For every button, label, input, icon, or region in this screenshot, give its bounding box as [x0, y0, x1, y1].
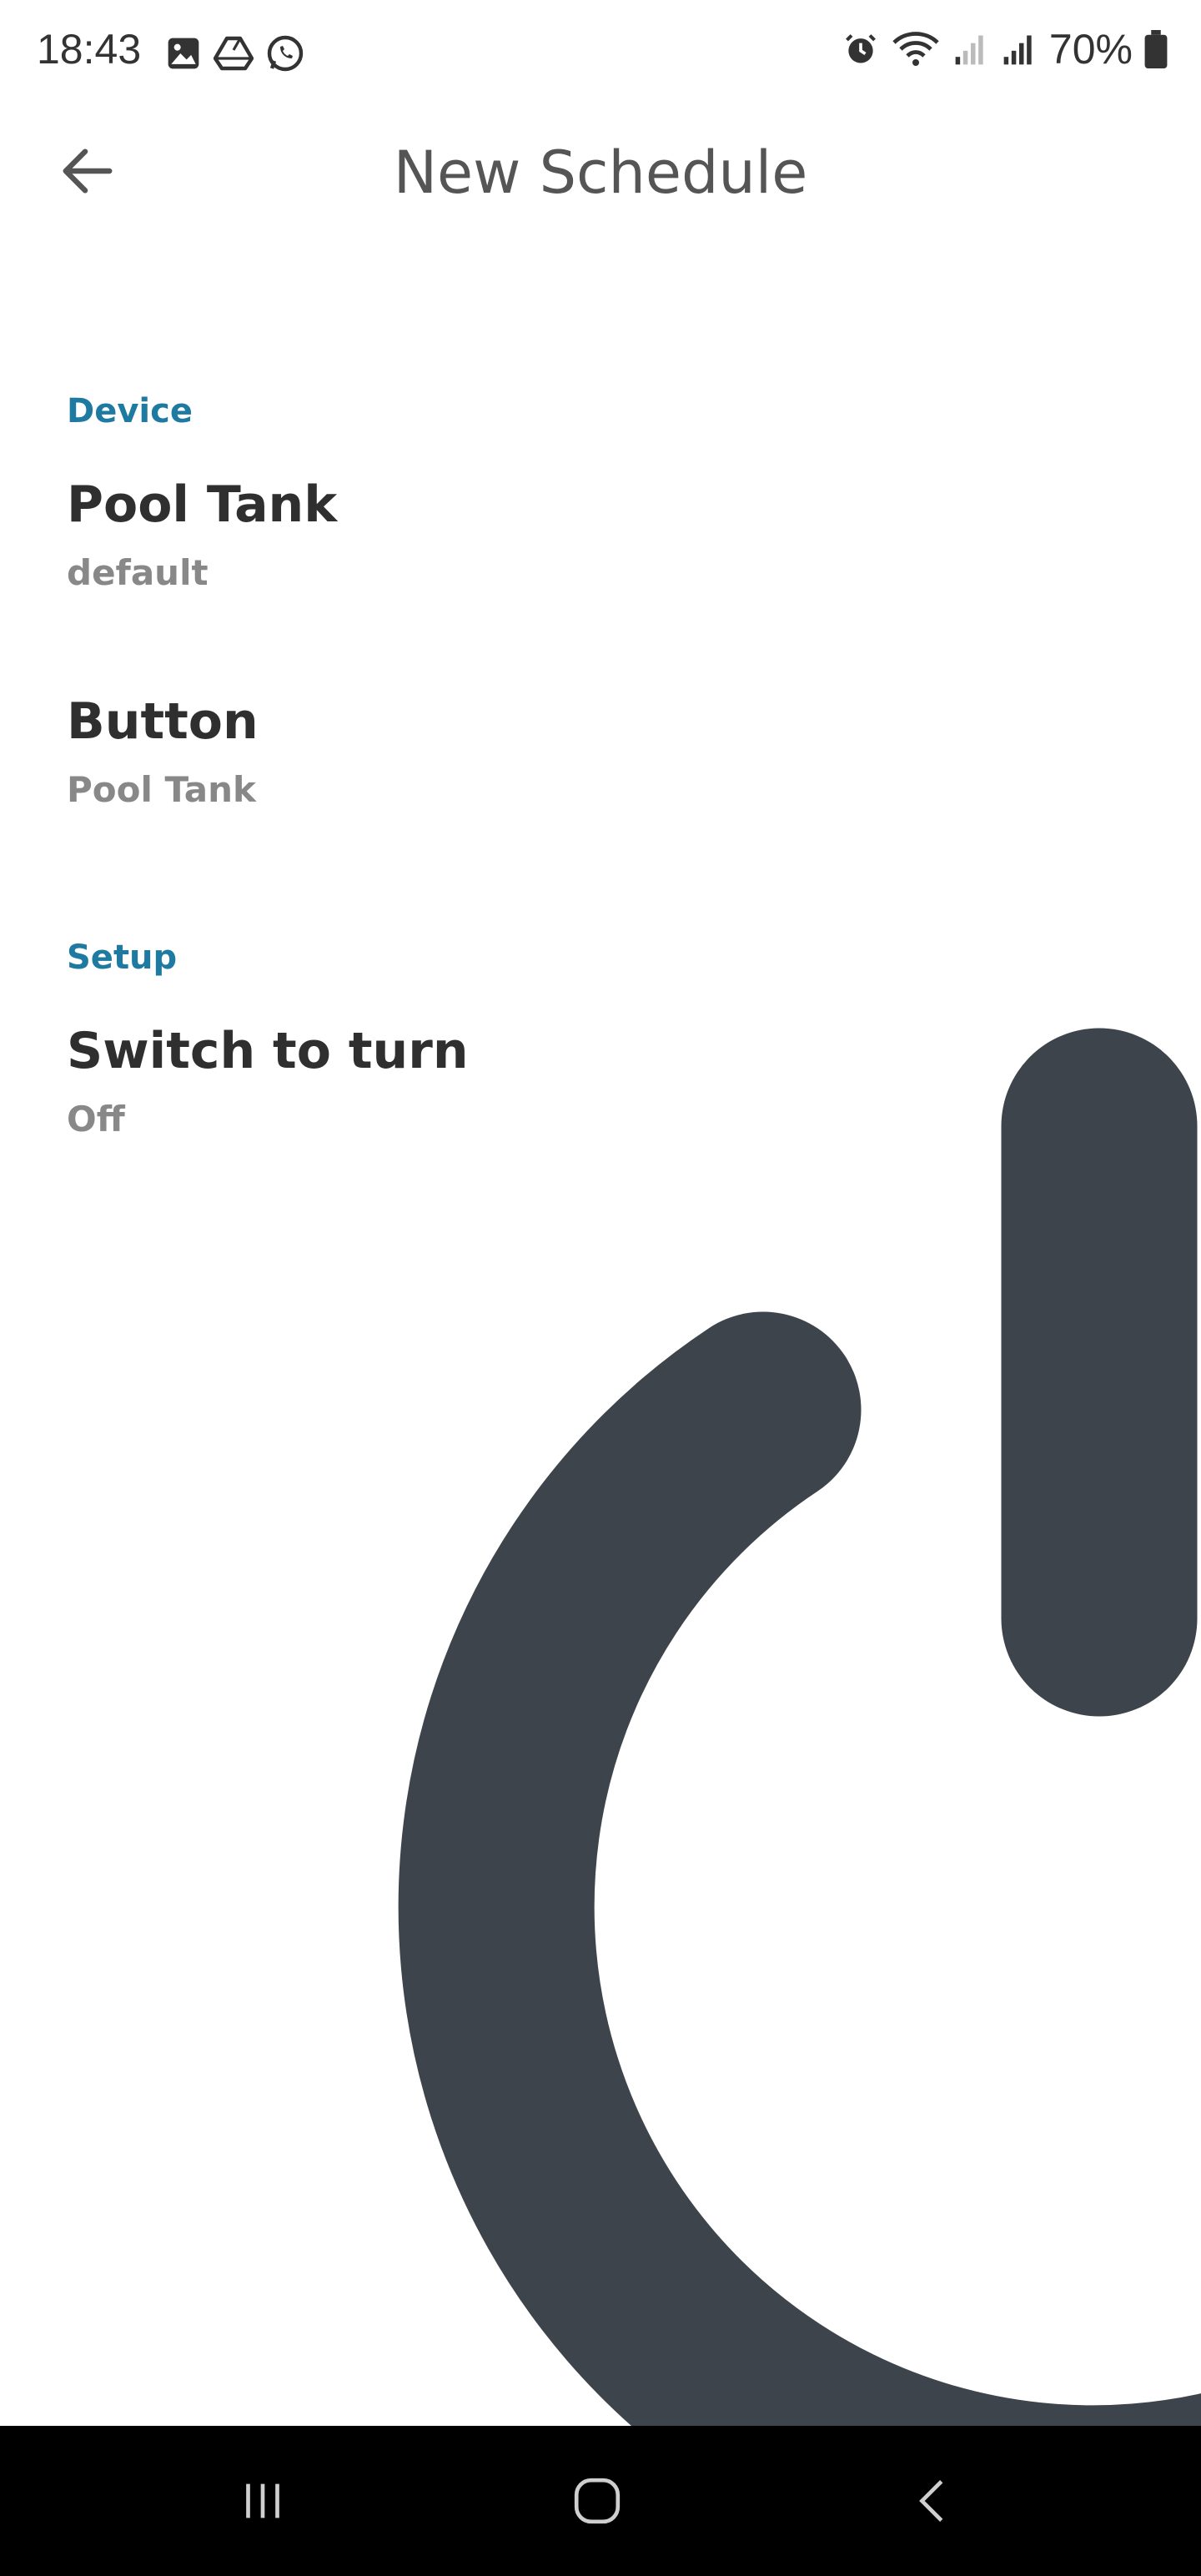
home-button[interactable]	[547, 2459, 647, 2543]
signal-weak-icon	[955, 35, 983, 65]
device-item[interactable]: Pool Tank default	[0, 467, 1201, 617]
status-time: 18:43	[37, 26, 142, 73]
battery-icon	[1144, 30, 1168, 68]
switch-item-subtitle: Off	[67, 1099, 125, 1140]
home-icon	[574, 2478, 621, 2524]
device-item-subtitle: default	[67, 552, 209, 593]
switch-item-title: Switch to turn	[67, 1022, 469, 1080]
app-bar: New Schedule	[0, 108, 1201, 234]
status-left-icons	[165, 33, 305, 73]
setup-section-header: Setup	[67, 938, 178, 977]
status-right: 70%	[842, 25, 1168, 73]
device-item-title: Pool Tank	[67, 475, 338, 534]
button-item-title: Button	[67, 692, 259, 751]
alarm-icon	[845, 34, 876, 63]
wifi-icon	[892, 32, 939, 66]
system-nav-bar	[0, 2426, 1201, 2576]
button-item-subtitle: Pool Tank	[67, 769, 256, 810]
page-title: New Schedule	[393, 138, 808, 207]
power-icon	[398, 1028, 1201, 2426]
recent-apps-button[interactable]	[213, 2459, 313, 2543]
drive-icon	[214, 36, 254, 71]
button-item[interactable]: Button Pool Tank	[0, 684, 1201, 834]
battery-percent: 70%	[1048, 26, 1133, 73]
image-icon	[168, 38, 199, 69]
recent-apps-icon	[246, 2483, 279, 2518]
whatsapp-icon	[267, 35, 304, 72]
device-section-header: Device	[67, 392, 193, 430]
back-icon	[919, 2480, 943, 2522]
signal-icon	[1003, 35, 1032, 65]
switch-item[interactable]: Switch to turn Off	[0, 1014, 1201, 1164]
status-bar: 18:43 70%	[0, 0, 1201, 108]
nav-back-button[interactable]	[884, 2459, 984, 2543]
